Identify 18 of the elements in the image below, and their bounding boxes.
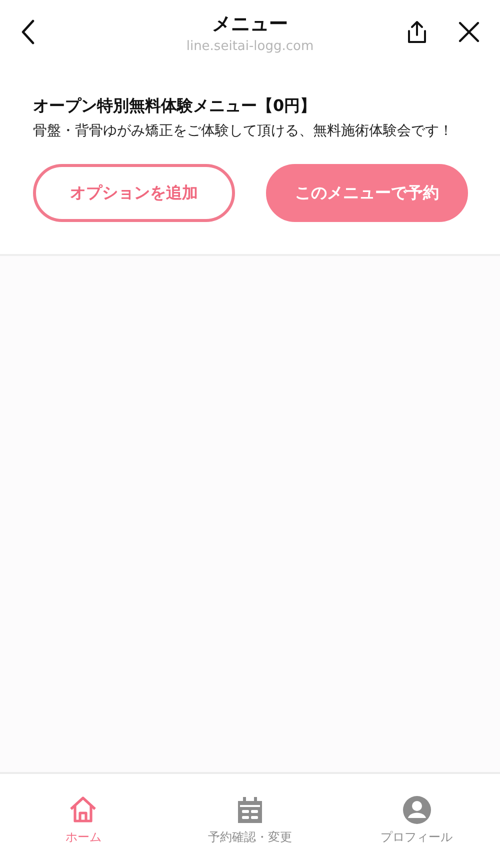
home-icon [69,796,98,824]
calendar-icon [236,796,264,824]
tab[interactable]: 予約確認・変更 [174,796,325,867]
person-icon [402,796,431,824]
url-text: line.seitai-logg.com [186,38,314,54]
back-icon[interactable] [20,19,36,45]
close-icon[interactable] [458,21,480,43]
tab-label: プロフィール [380,829,453,846]
share-icon[interactable] [406,20,428,44]
menu-title: オープン特別無料体験メニュー【0円】 [33,96,318,117]
reserve-button[interactable]: このメニューで予約 [266,164,468,222]
tab-label: 予約確認・変更 [208,829,292,846]
menu-description: 骨盤・背骨ゆがみ矯正をご体験して頂ける、無料施術体験会です！ [33,122,454,141]
tab-label: ホーム [65,829,102,846]
tab[interactable]: プロフィール [342,796,492,867]
tab[interactable]: ホーム [8,796,158,867]
add-option-button[interactable]: オプションを追加 [33,164,235,222]
page-title: メニュー [212,12,288,36]
